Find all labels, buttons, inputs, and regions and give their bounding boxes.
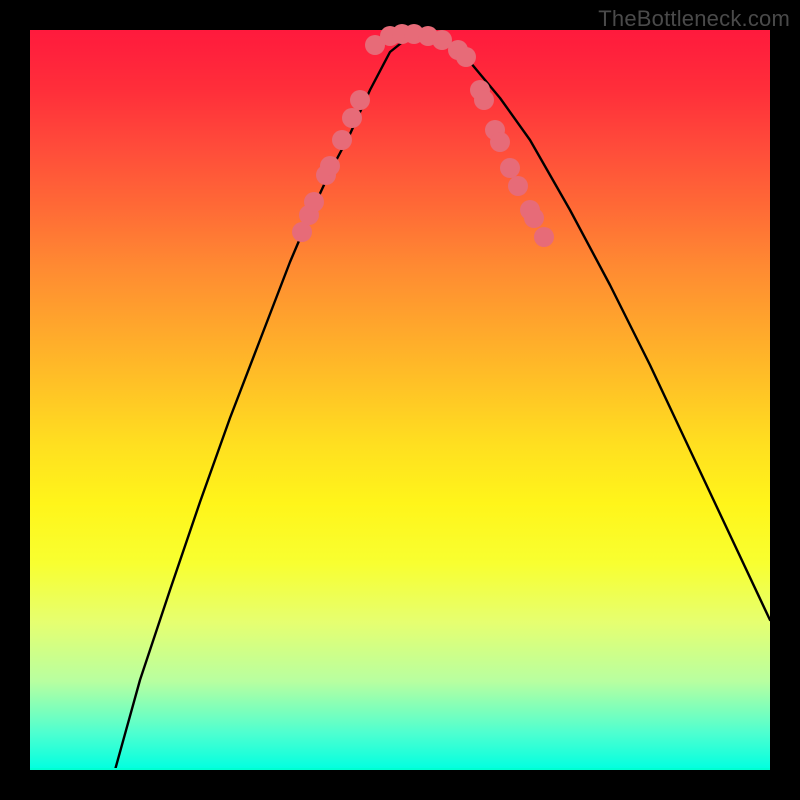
marker-dot (474, 90, 494, 110)
chart-frame: TheBottleneck.com (0, 0, 800, 800)
marker-dot (304, 192, 324, 212)
marker-dots (292, 24, 554, 247)
marker-dot (332, 130, 352, 150)
marker-dot (490, 132, 510, 152)
curve-layer (30, 30, 770, 770)
marker-dot (500, 158, 520, 178)
marker-dot (320, 156, 340, 176)
plot-area (30, 30, 770, 770)
marker-dot (524, 208, 544, 228)
watermark-label: TheBottleneck.com (598, 6, 790, 32)
marker-dot (534, 227, 554, 247)
marker-dot (456, 47, 476, 67)
marker-dot (342, 108, 362, 128)
marker-dot (350, 90, 370, 110)
marker-dot (508, 176, 528, 196)
bottleneck-curve (115, 36, 770, 770)
